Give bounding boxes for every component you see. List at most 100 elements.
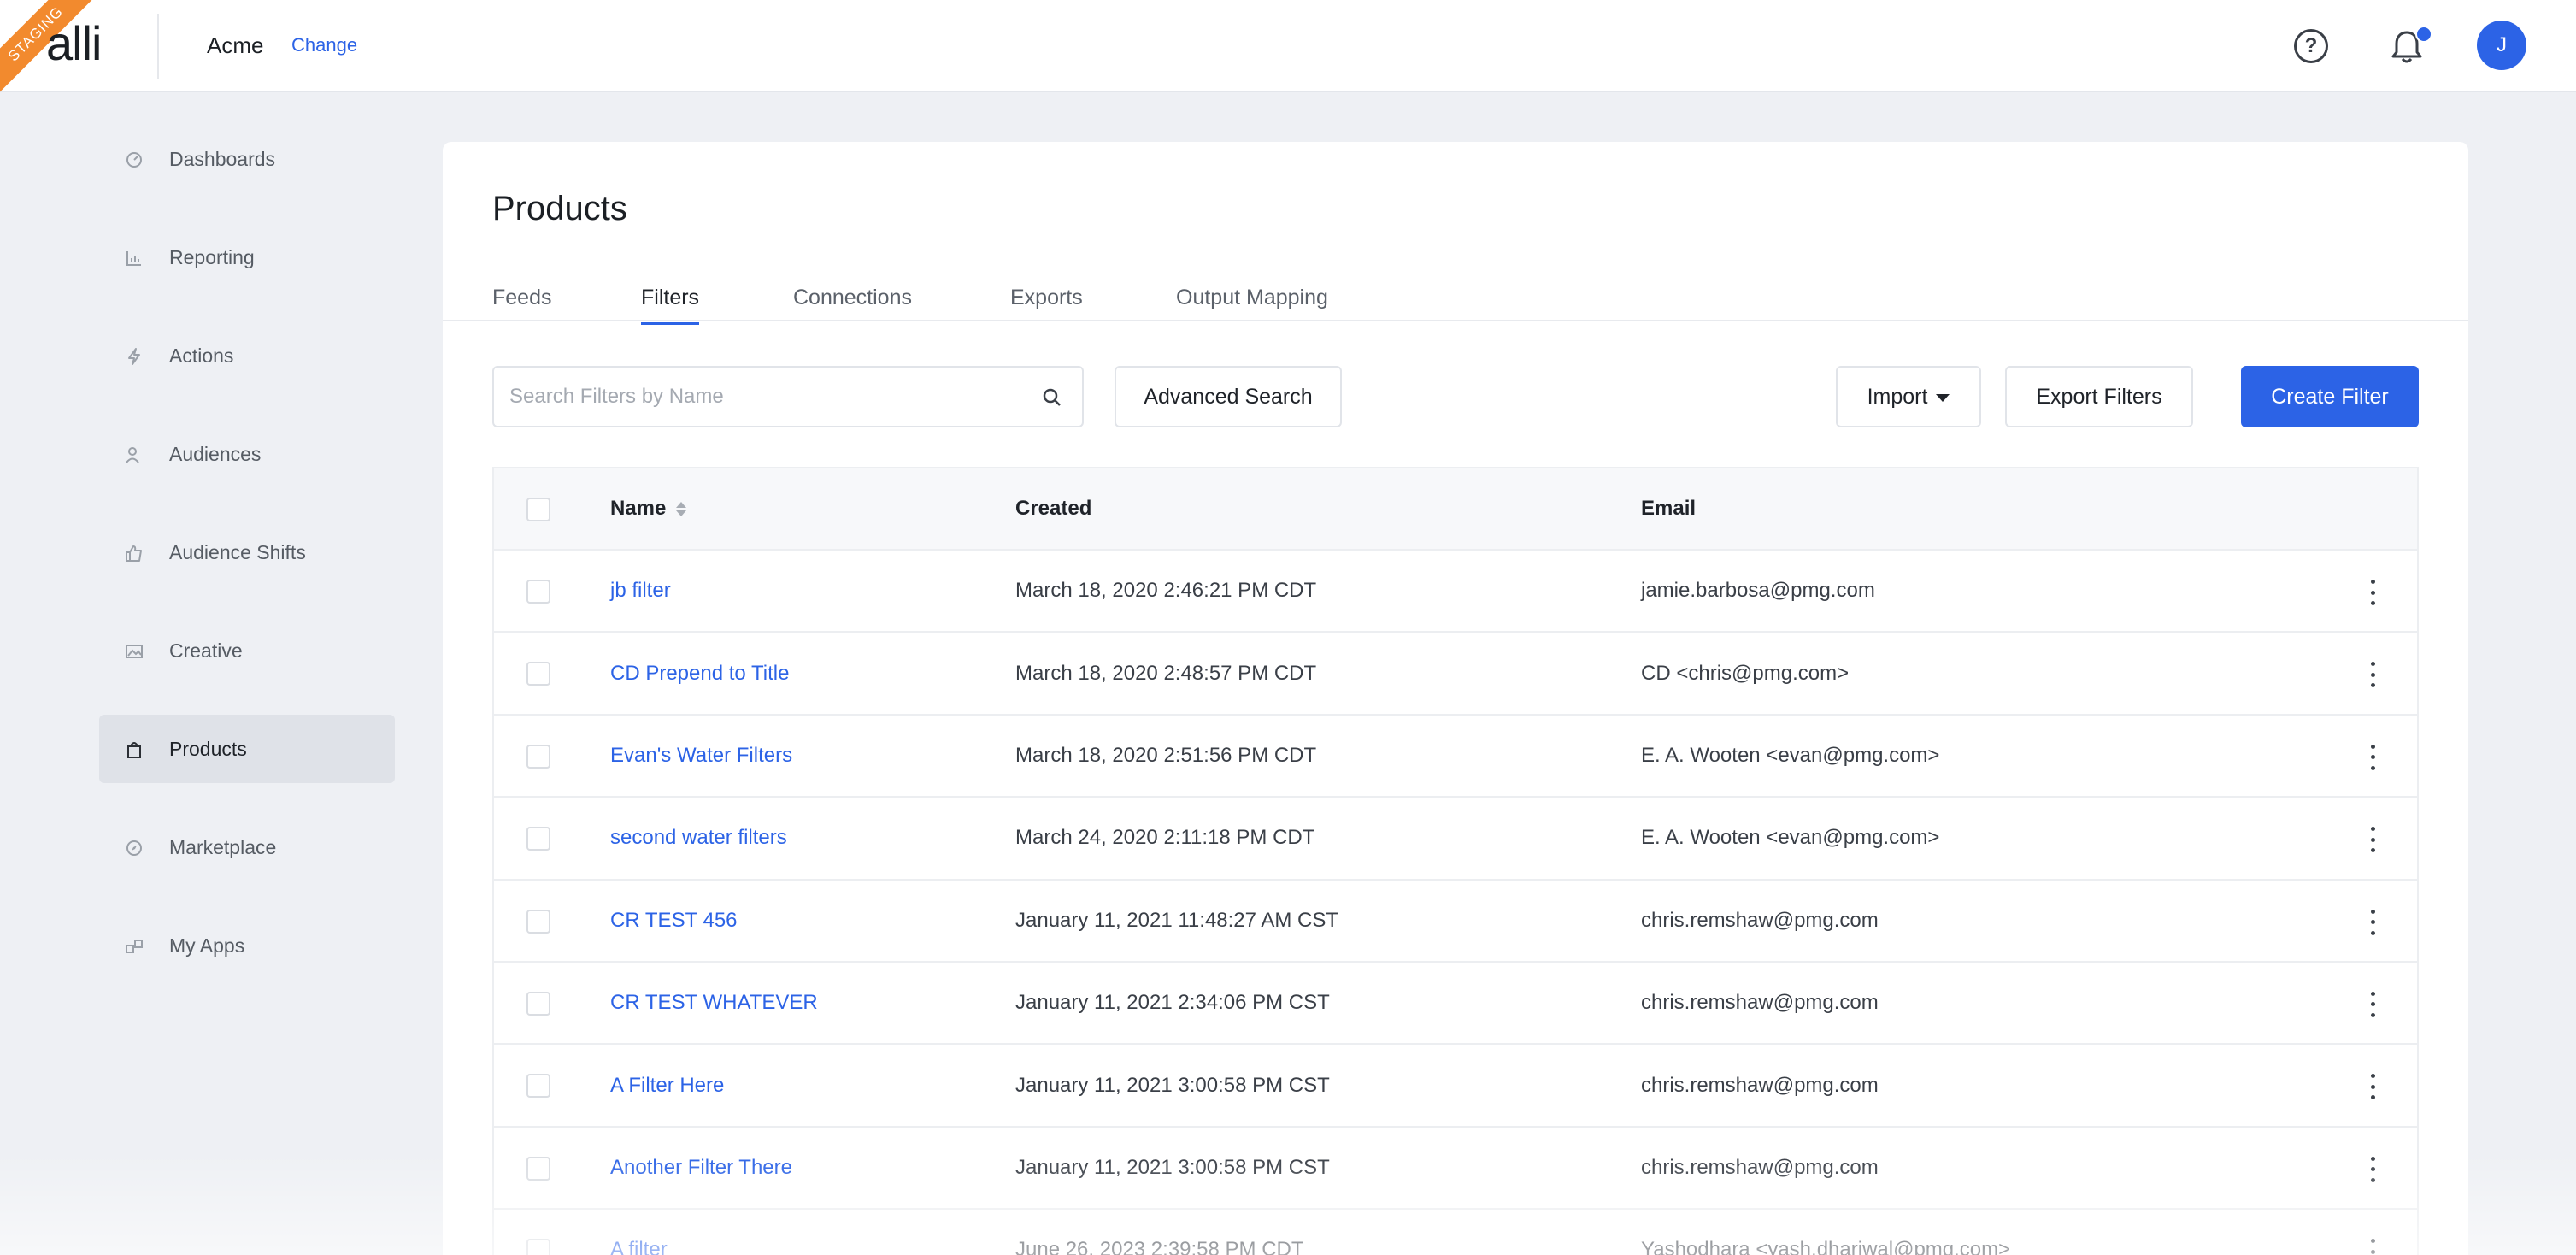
more-vertical-icon[interactable]	[2369, 1074, 2376, 1100]
row-checkbox[interactable]	[526, 1239, 550, 1255]
filters-table: Name Created Email jb filter March 18, 2…	[492, 467, 2419, 1255]
sidebar-item-label: Creative	[169, 639, 243, 662]
filter-name-link[interactable]: Evan's Water Filters	[610, 716, 792, 796]
tab-exports[interactable]: Exports	[1010, 286, 1083, 322]
sidebar-item-my-apps[interactable]: My Apps	[99, 911, 395, 980]
row-checkbox[interactable]	[526, 662, 550, 686]
dashboard-icon	[125, 150, 144, 169]
more-vertical-icon[interactable]	[2369, 1156, 2376, 1182]
row-checkbox[interactable]	[526, 909, 550, 934]
import-dropdown-button[interactable]: Import	[1836, 366, 1981, 427]
created-cell: March 18, 2020 2:48:57 PM CDT	[1015, 661, 1317, 685]
alli-logo[interactable]: alli	[46, 15, 102, 71]
sidebar-item-label: Marketplace	[169, 835, 277, 858]
more-vertical-icon[interactable]	[2369, 909, 2376, 935]
created-cell: January 11, 2021 3:00:58 PM CST	[1015, 1073, 1330, 1097]
email-cell: Yashodhara <yash.dhariwal@pmg.com>	[1641, 1238, 2011, 1255]
tab-output-mapping[interactable]: Output Mapping	[1176, 286, 1328, 322]
import-label: Import	[1867, 385, 1928, 409]
more-vertical-icon[interactable]	[2369, 662, 2376, 688]
more-vertical-icon[interactable]	[2369, 991, 2376, 1017]
email-cell: jamie.barbosa@pmg.com	[1641, 579, 1875, 603]
change-org-link[interactable]: Change	[291, 34, 357, 56]
filter-name-link[interactable]: CD Prepend to Title	[610, 633, 789, 713]
search-input[interactable]	[509, 368, 1022, 426]
email-cell: chris.remshaw@pmg.com	[1641, 991, 1879, 1015]
sidebar-item-label: Audience Shifts	[169, 540, 306, 563]
filter-name-link[interactable]: CR TEST WHATEVER	[610, 963, 818, 1043]
table-row: A Filter Here January 11, 2021 3:00:58 P…	[494, 1045, 2417, 1128]
row-checkbox[interactable]	[526, 991, 550, 1016]
table-row: CD Prepend to Title March 18, 2020 2:48:…	[494, 633, 2417, 716]
divider	[157, 14, 159, 79]
sidebar-item-label: Audiences	[169, 442, 262, 465]
filter-name-link[interactable]: A Filter Here	[610, 1045, 724, 1125]
row-checkbox[interactable]	[526, 1156, 550, 1181]
filter-name-link[interactable]: Another Filter There	[610, 1128, 792, 1208]
sidebar-item-actions[interactable]: Actions	[99, 321, 395, 390]
create-filter-button[interactable]: Create Filter	[2241, 366, 2419, 427]
sidebar-item-products[interactable]: Products	[99, 715, 395, 783]
select-all-checkbox[interactable]	[526, 498, 550, 521]
table-row: CR TEST 456 January 11, 2021 11:48:27 AM…	[494, 880, 2417, 963]
tab-filters[interactable]: Filters	[641, 286, 700, 325]
more-vertical-icon[interactable]	[2369, 744, 2376, 770]
created-cell: March 24, 2020 2:11:18 PM CDT	[1015, 826, 1315, 850]
filter-name-link[interactable]: jb filter	[610, 551, 671, 631]
table-row: A filter June 26, 2023 2:39:58 PM CDT Ya…	[494, 1210, 2417, 1255]
sidebar-item-dashboards[interactable]: Dashboards	[99, 125, 395, 193]
more-vertical-icon[interactable]	[2369, 827, 2376, 853]
row-checkbox[interactable]	[526, 580, 550, 604]
created-cell: January 11, 2021 3:00:58 PM CST	[1015, 1155, 1330, 1179]
sidebar-item-label: Actions	[169, 344, 234, 367]
sidebar-item-reporting[interactable]: Reporting	[99, 223, 395, 292]
sort-icon[interactable]	[676, 501, 687, 516]
sidebar-item-label: Dashboards	[169, 147, 276, 170]
row-checkbox[interactable]	[526, 827, 550, 851]
email-cell: chris.remshaw@pmg.com	[1641, 1073, 1879, 1097]
sidebar-item-marketplace[interactable]: Marketplace	[99, 813, 395, 881]
notification-dot	[2415, 26, 2432, 43]
tab-connections[interactable]: Connections	[793, 286, 912, 322]
more-vertical-icon[interactable]	[2369, 580, 2376, 605]
column-header-name[interactable]: Name	[610, 468, 687, 549]
sidebar: Dashboards Reporting Actions Audiences A…	[99, 125, 395, 1010]
sidebar-item-label: Products	[169, 737, 247, 760]
table-row: jb filter March 18, 2020 2:46:21 PM CDT …	[494, 551, 2417, 633]
advanced-search-button[interactable]: Advanced Search	[1115, 366, 1342, 427]
sidebar-item-audience-shifts[interactable]: Audience Shifts	[99, 518, 395, 586]
table-row: Another Filter There January 11, 2021 3:…	[494, 1127, 2417, 1211]
export-filters-button[interactable]: Export Filters	[2005, 366, 2193, 427]
column-label: Name	[610, 497, 667, 520]
compass-icon	[125, 839, 144, 857]
created-cell: March 18, 2020 2:46:21 PM CDT	[1015, 579, 1317, 603]
tab-feeds[interactable]: Feeds	[492, 286, 551, 322]
email-cell: chris.remshaw@pmg.com	[1641, 1155, 1879, 1179]
filter-name-link[interactable]: CR TEST 456	[610, 881, 738, 961]
more-vertical-icon[interactable]	[2369, 1239, 2376, 1255]
sidebar-item-creative[interactable]: Creative	[99, 616, 395, 685]
caret-down-icon	[1936, 393, 1950, 402]
bag-icon	[125, 740, 144, 759]
email-cell: CD <chris@pmg.com>	[1641, 661, 1850, 685]
org-name: Acme	[207, 32, 264, 58]
tab-bar: Feeds Filters Connections Exports Output…	[443, 272, 2468, 325]
table-row: CR TEST WHATEVER January 11, 2021 2:34:0…	[494, 962, 2417, 1046]
row-checkbox[interactable]	[526, 1074, 550, 1099]
user-avatar[interactable]: J	[2477, 21, 2526, 70]
search-box	[492, 366, 1084, 427]
sidebar-item-audiences[interactable]: Audiences	[99, 420, 395, 488]
email-cell: E. A. Wooten <evan@pmg.com>	[1641, 743, 1940, 767]
filter-name-link[interactable]: second water filters	[610, 798, 787, 878]
row-checkbox[interactable]	[526, 744, 550, 769]
products-card: Products Feeds Filters Connections Expor…	[443, 142, 2468, 1255]
table-row: Evan's Water Filters March 18, 2020 2:51…	[494, 715, 2417, 798]
lightning-icon	[125, 347, 144, 366]
help-icon[interactable]: ?	[2294, 29, 2328, 63]
filter-name-link[interactable]: A filter	[610, 1210, 668, 1255]
column-header-email: Email	[1641, 497, 1697, 520]
search-icon[interactable]	[1041, 386, 1063, 409]
top-bar: STAGING alli Acme Change ? J	[0, 0, 2576, 94]
sidebar-item-label: My Apps	[169, 934, 245, 957]
email-cell: E. A. Wooten <evan@pmg.com>	[1641, 826, 1940, 850]
